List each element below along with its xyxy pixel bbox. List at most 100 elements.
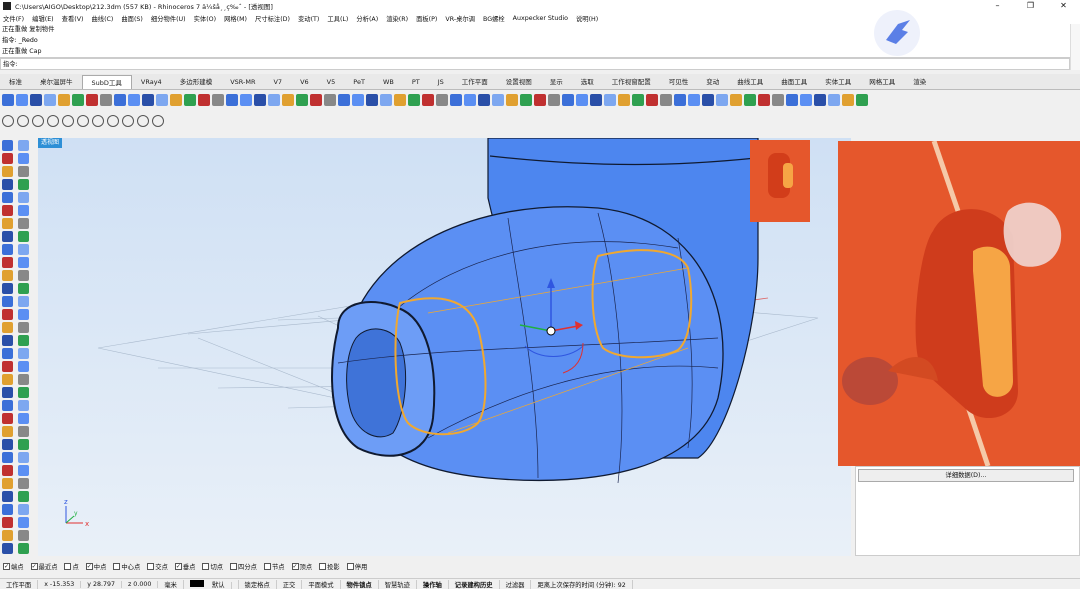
toolbox-icon[interactable] [18, 140, 29, 151]
toolbar-tab[interactable]: 工作平面 [453, 75, 497, 89]
osnap-checkbox[interactable]: ✓ [291, 563, 299, 570]
subd-tool-icon[interactable] [520, 94, 532, 106]
toolbox-icon[interactable] [2, 348, 13, 359]
subd-tool-icon[interactable] [226, 94, 238, 106]
osnap-checkbox[interactable]: ✓ [3, 563, 10, 570]
detail-data-button[interactable]: 详细数据(D)... [858, 469, 1074, 482]
osnap-checkbox[interactable] [346, 563, 354, 570]
toolbar-tab[interactable]: V5 [318, 75, 345, 89]
osnap-option[interactable]: ✓ 中点 [85, 562, 106, 571]
close-button[interactable]: ✕ [1047, 0, 1080, 12]
subd-tool-icon[interactable] [310, 94, 322, 106]
subd-tool-icon[interactable] [828, 94, 840, 106]
toolbox-icon[interactable] [18, 400, 29, 411]
subd-tool-icon[interactable] [254, 94, 266, 106]
toolbox-icon[interactable] [18, 192, 29, 203]
menu-item[interactable]: 网格(M) [224, 14, 247, 23]
subd-tool-icon[interactable] [618, 94, 630, 106]
toolbox-icon[interactable] [18, 283, 29, 294]
toolbar-tab[interactable]: V7 [264, 75, 291, 89]
toolbox-icon[interactable] [2, 283, 13, 294]
osnap-checkbox[interactable]: ✓ [30, 563, 38, 570]
subd-tool-icon[interactable] [450, 94, 462, 106]
toolbox-icon[interactable] [2, 361, 13, 372]
toolbox-icon[interactable] [18, 504, 29, 515]
menu-item[interactable]: 编辑(E) [32, 14, 54, 23]
osnap-option[interactable]: 中心点 [113, 562, 140, 571]
subd-tool-icon[interactable] [128, 94, 140, 106]
toolbox-icon[interactable] [18, 387, 29, 398]
edit-tool-icon[interactable] [32, 115, 44, 127]
subd-tool-icon[interactable] [842, 94, 854, 106]
osnap-option[interactable]: ✓ 最近点 [30, 562, 57, 571]
toolbar-tab[interactable]: 多边形建模 [171, 75, 222, 89]
toolbox-icon[interactable] [2, 452, 13, 463]
status-filter[interactable]: 过滤器 [500, 579, 532, 589]
subd-tool-icon[interactable] [58, 94, 70, 106]
subd-tool-icon[interactable] [156, 94, 168, 106]
subd-tool-icon[interactable] [100, 94, 112, 106]
toolbar-tab[interactable]: WB [374, 75, 403, 89]
toolbar-tab[interactable]: 网格工具 [860, 75, 904, 89]
osnap-option[interactable]: 交点 [147, 562, 168, 571]
osnap-option[interactable]: 停用 [346, 562, 367, 571]
toolbox-icon[interactable] [18, 517, 29, 528]
subd-tool-icon[interactable] [114, 94, 126, 106]
edit-tool-icon[interactable] [77, 115, 89, 127]
subd-tool-icon[interactable] [212, 94, 224, 106]
toolbar-tab[interactable]: V6 [291, 75, 318, 89]
osnap-checkbox[interactable] [147, 563, 155, 570]
subd-tool-icon[interactable] [660, 94, 672, 106]
toolbox-icon[interactable] [18, 296, 29, 307]
subd-tool-icon[interactable] [674, 94, 686, 106]
toolbar-tab[interactable]: 曲面工具 [772, 75, 816, 89]
subd-tool-icon[interactable] [296, 94, 308, 106]
osnap-checkbox[interactable] [319, 563, 327, 570]
toolbox-icon[interactable] [2, 153, 13, 164]
edit-tool-icon[interactable] [17, 115, 29, 127]
osnap-checkbox[interactable]: ✓ [85, 563, 93, 570]
subd-tool-icon[interactable] [282, 94, 294, 106]
menu-item[interactable]: 工具(L) [327, 14, 348, 23]
subd-tool-icon[interactable] [800, 94, 812, 106]
toolbar-tab[interactable]: 设置视图 [497, 75, 541, 89]
subd-tool-icon[interactable] [324, 94, 336, 106]
osnap-option[interactable]: 四分点 [230, 562, 257, 571]
menu-item[interactable]: BG螺栓 [483, 14, 505, 23]
toolbox-icon[interactable] [2, 504, 13, 515]
toolbox-icon[interactable] [18, 543, 29, 554]
status-smarttrack[interactable]: 智慧轨迹 [379, 579, 417, 589]
toolbar-tab[interactable]: 工作视窗配置 [603, 75, 660, 89]
edit-tool-icon[interactable] [92, 115, 104, 127]
toolbox-icon[interactable] [2, 270, 13, 281]
toolbox-icon[interactable] [2, 309, 13, 320]
toolbox-icon[interactable] [2, 257, 13, 268]
toolbar-tab[interactable]: 桌尔温屏牛 [31, 75, 82, 89]
subd-tool-icon[interactable] [506, 94, 518, 106]
status-layer[interactable]: 默认 [184, 579, 239, 589]
edit-tool-icon[interactable] [137, 115, 149, 127]
subd-tool-icon[interactable] [814, 94, 826, 106]
toolbox-icon[interactable] [2, 439, 13, 450]
subd-tool-icon[interactable] [856, 94, 868, 106]
subd-tool-icon[interactable] [394, 94, 406, 106]
toolbar-tab[interactable]: VSR-MR [221, 75, 264, 89]
toolbox-icon[interactable] [18, 465, 29, 476]
subd-tool-icon[interactable] [170, 94, 182, 106]
menu-item[interactable]: Auxpecker Studio [513, 15, 568, 22]
subd-tool-icon[interactable] [730, 94, 742, 106]
subd-tool-icon[interactable] [632, 94, 644, 106]
status-history[interactable]: 记录建构历史 [449, 579, 500, 589]
osnap-checkbox[interactable] [64, 563, 72, 570]
menu-item[interactable]: 面板(P) [416, 14, 437, 23]
viewport-title-tab[interactable]: 透视图 [38, 138, 63, 148]
menu-item[interactable]: 文件(F) [3, 14, 24, 23]
toolbar-tab[interactable]: 选取 [572, 75, 603, 89]
toolbox-icon[interactable] [2, 244, 13, 255]
command-scrollbar[interactable] [1070, 24, 1080, 70]
menu-item[interactable]: 曲面(S) [121, 14, 143, 23]
toolbar-tab[interactable]: 标准 [0, 75, 31, 89]
toolbox-icon[interactable] [2, 218, 13, 229]
edit-tool-icon[interactable] [47, 115, 59, 127]
maximize-button[interactable]: ❐ [1014, 0, 1047, 12]
